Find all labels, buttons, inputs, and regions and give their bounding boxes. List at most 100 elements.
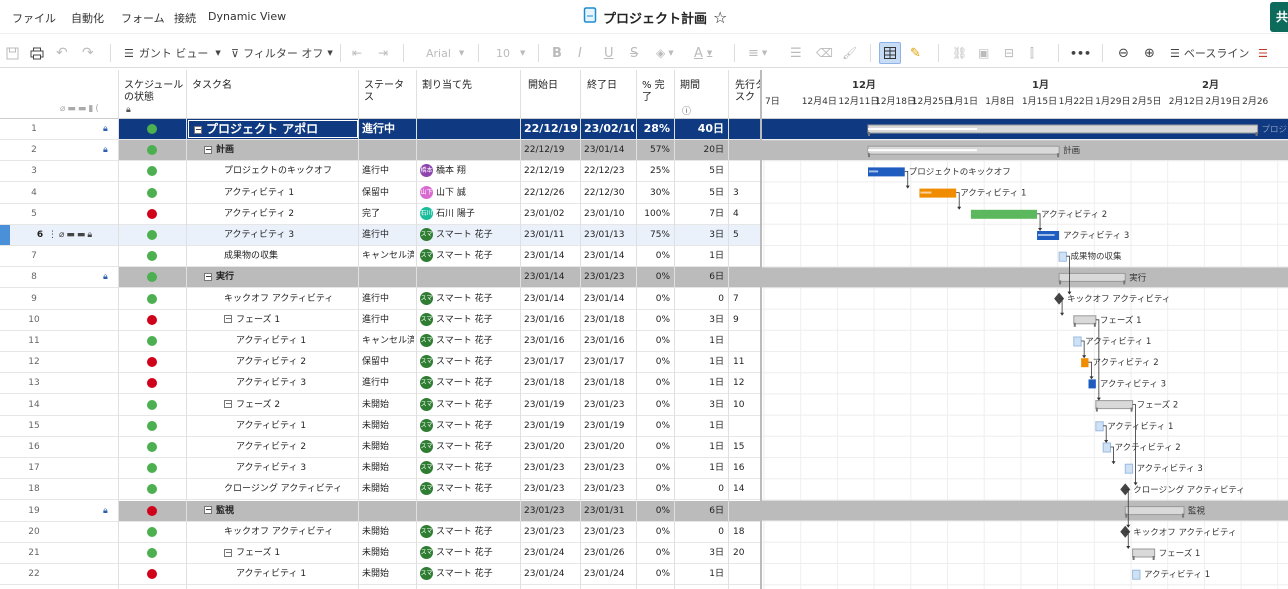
status-cell[interactable] <box>362 501 414 521</box>
task-name[interactable]: キックオフ アクティビティ <box>224 289 352 309</box>
predecessors-cell[interactable]: 5 <box>733 225 757 245</box>
end-date-cell[interactable]: 23/01/16 <box>584 331 634 351</box>
status-cell[interactable]: 進行中 <box>362 119 414 139</box>
menu-automation[interactable]: 自動化 <box>71 10 104 26</box>
status-cell[interactable] <box>362 267 414 287</box>
row-number[interactable]: 7 <box>24 246 44 266</box>
header-start-date[interactable]: 開始日 <box>528 80 558 92</box>
status-cell[interactable]: キャンセル済 <box>362 331 414 351</box>
predecessors-cell[interactable] <box>733 267 757 287</box>
table-row[interactable]: 19 🔒︎ − 監視 23/01/23 23/01/31 0% 6日 <box>0 500 760 522</box>
assigned-to-cell[interactable]: スマ スマート 花子 <box>420 373 518 393</box>
assigned-to-cell[interactable]: スマ スマート 花子 <box>420 458 518 478</box>
table-row[interactable]: 5 アクティビティ 2 完了 石川 石川 陽子 23/01/02 23/01/10 100% 7… <box>0 204 760 225</box>
zoom-out-icon[interactable]: ⊖ <box>1118 45 1129 61</box>
assigned-to-cell[interactable]: スマ スマート 花子 <box>420 246 518 266</box>
task-name[interactable]: プロジェクトのキックオフ <box>224 161 352 181</box>
task-name[interactable]: − フェーズ 1 <box>224 543 352 563</box>
status-cell[interactable]: 進行中 <box>362 310 414 330</box>
table-row[interactable]: 11 アクティビティ 1 キャンセル済 スマ スマート 花子 23/01/16 23/01/… <box>0 331 760 352</box>
header-predecessors[interactable]: 先行タ スク <box>735 80 760 104</box>
redo-icon[interactable]: ↷ <box>82 45 94 61</box>
menu-file[interactable]: ファイル <box>12 10 56 26</box>
task-name[interactable]: − 監視 <box>204 501 352 521</box>
percent-complete-cell[interactable]: 30% <box>636 183 670 203</box>
status-cell[interactable]: 未開始 <box>362 416 414 436</box>
task-name[interactable]: アクティビティ 2 <box>236 437 352 457</box>
duration-cell[interactable]: 1日 <box>674 458 724 478</box>
task-name[interactable]: アクティビティ 1 <box>236 564 352 584</box>
assigned-to-cell[interactable]: スマ スマート 花子 <box>420 522 518 542</box>
table-row[interactable]: 8 🔒︎ − 実行 23/01/14 23/01/23 0% 6日 <box>0 267 760 289</box>
start-date-cell[interactable]: 23/01/23 <box>524 501 580 521</box>
zoom-in-icon[interactable]: ⊕ <box>1144 45 1155 61</box>
start-date-cell[interactable]: 23/01/24 <box>524 564 580 584</box>
header-assigned-to[interactable]: 割り当て先 <box>422 80 472 92</box>
start-date-cell[interactable]: 23/01/20 <box>524 437 580 457</box>
percent-complete-cell[interactable]: 0% <box>636 246 670 266</box>
start-date-cell[interactable]: 23/01/19 <box>524 395 580 415</box>
assigned-to-cell[interactable]: スマ スマート 花子 <box>420 416 518 436</box>
table-row[interactable]: 18 クロージング アクティビティ 未開始 スマ スマート 花子 23/01/23 23/0… <box>0 479 760 501</box>
row-number[interactable]: 18 <box>24 479 44 499</box>
status-cell[interactable]: 保留中 <box>362 352 414 372</box>
more-options-icon[interactable]: ••• <box>1070 45 1091 61</box>
collapse-toggle-icon[interactable]: − <box>204 506 212 515</box>
start-date-cell[interactable]: 23/01/14 <box>524 289 580 309</box>
end-date-cell[interactable]: 23/01/14 <box>584 246 634 266</box>
status-cell[interactable] <box>362 140 414 160</box>
duration-cell[interactable]: 20日 <box>674 140 724 160</box>
percent-complete-cell[interactable]: 0% <box>636 331 670 351</box>
status-cell[interactable]: 進行中 <box>362 225 414 245</box>
table-row[interactable]: 2 🔒︎ − 計画 22/12/19 23/01/14 57% 20日 <box>0 140 760 162</box>
start-date-cell[interactable]: 23/01/24 <box>524 543 580 563</box>
insert-row-icon[interactable]: ⊟ <box>1004 45 1014 61</box>
row-number[interactable]: 22 <box>24 564 44 584</box>
underline-icon[interactable]: U <box>604 45 614 61</box>
duration-cell[interactable]: 6日 <box>674 501 724 521</box>
percent-complete-cell[interactable]: 0% <box>636 479 670 499</box>
clear-format-icon[interactable]: ⌫ <box>816 45 833 61</box>
end-date-cell[interactable]: 22/12/23 <box>584 161 634 181</box>
assigned-to-cell[interactable]: 橋本 橋本 翔 <box>420 161 518 181</box>
table-row[interactable]: 4 アクティビティ 1 保留中 山下 山下 誠 22/12/26 22/12/30 30% 5日… <box>0 183 760 204</box>
assigned-to-cell[interactable]: スマ スマート 花子 <box>420 543 518 563</box>
predecessors-cell[interactable] <box>733 416 757 436</box>
header-percent-complete[interactable]: % 完 了 <box>642 80 668 104</box>
percent-complete-cell[interactable]: 0% <box>636 501 670 521</box>
status-cell[interactable]: 未開始 <box>362 479 414 499</box>
row-number[interactable]: 19 <box>24 501 44 521</box>
table-row[interactable]: 22 アクティビティ 1 未開始 スマ スマート 花子 23/01/24 23/01/24 0… <box>0 564 760 586</box>
row-number[interactable]: 17 <box>24 458 44 478</box>
table-row[interactable]: 12 アクティビティ 2 保留中 スマ スマート 花子 23/01/17 23/01/17 0… <box>0 352 760 374</box>
column-icon[interactable]: ⫿ <box>1030 45 1034 61</box>
task-name[interactable]: アクティビティ 3 <box>236 458 352 478</box>
row-number[interactable]: 15 <box>24 416 44 436</box>
critical-path-icon[interactable]: ☰ <box>1258 45 1268 61</box>
end-date-cell[interactable]: 23/02/10 <box>584 119 634 139</box>
row-number[interactable]: 16 <box>24 437 44 457</box>
end-date-cell[interactable]: 23/01/17 <box>584 352 634 372</box>
status-cell[interactable]: 進行中 <box>362 289 414 309</box>
end-date-cell[interactable]: 23/01/18 <box>584 373 634 393</box>
duration-cell[interactable]: 0 <box>674 522 724 542</box>
gantt-view-button[interactable]: ☰ ガント ビュー ▼ <box>124 45 221 61</box>
end-date-cell[interactable]: 23/01/18 <box>584 310 634 330</box>
duration-cell[interactable]: 3日 <box>674 543 724 563</box>
collapse-toggle-icon[interactable]: − <box>224 400 232 409</box>
start-date-cell[interactable]: 23/01/18 <box>524 373 580 393</box>
duration-cell[interactable]: 1日 <box>674 416 724 436</box>
percent-complete-cell[interactable]: 0% <box>636 522 670 542</box>
header-task-name[interactable]: タスク名 <box>192 80 232 92</box>
end-date-cell[interactable]: 23/01/19 <box>584 416 634 436</box>
task-name[interactable]: − フェーズ 1 <box>224 310 352 330</box>
predecessors-cell[interactable]: 4 <box>733 204 757 224</box>
status-cell[interactable]: 未開始 <box>362 395 414 415</box>
start-date-cell[interactable]: 23/01/17 <box>524 352 580 372</box>
highlight-icon[interactable]: ✎ <box>910 45 921 61</box>
text-color-icon[interactable]: A ▼ <box>694 45 712 61</box>
assigned-to-cell[interactable]: スマ スマート 花子 <box>420 564 518 584</box>
assigned-to-cell[interactable]: スマ スマート 花子 <box>420 352 518 372</box>
end-date-cell[interactable]: 23/01/23 <box>584 458 634 478</box>
percent-complete-cell[interactable]: 25% <box>636 161 670 181</box>
